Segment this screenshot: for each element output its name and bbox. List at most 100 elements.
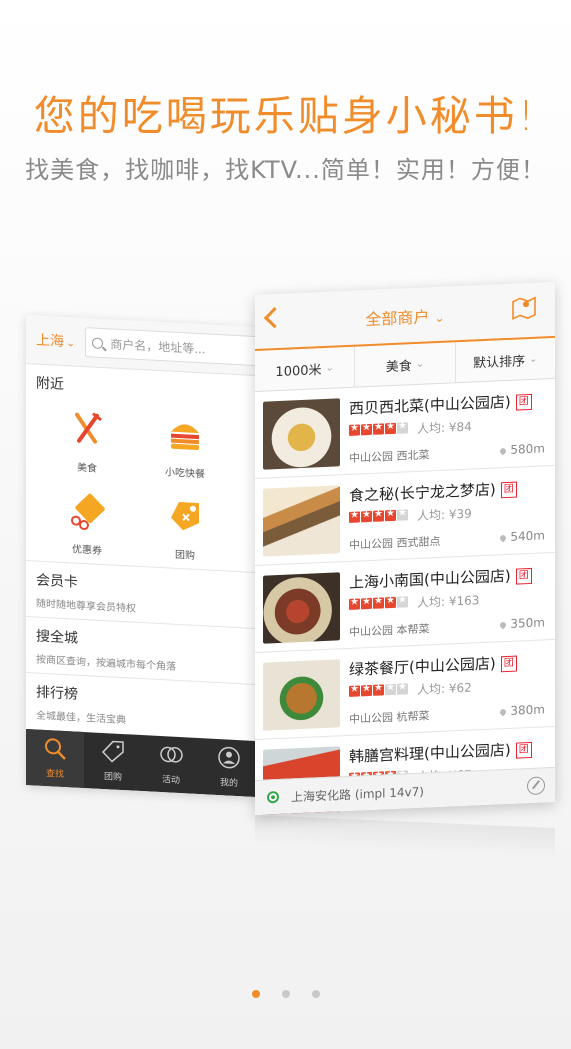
- star-icon: [373, 597, 384, 609]
- star-icon: [373, 510, 384, 522]
- star-icon: [397, 596, 408, 608]
- shop-list-item[interactable]: 上海小南国(中山公园店)团 人均: ¥163 中山公园 本帮菜 350m: [255, 552, 555, 653]
- map-icon[interactable]: [511, 295, 537, 320]
- average-price: 人均: ¥84: [417, 419, 472, 436]
- location-dot-icon: [267, 790, 279, 804]
- edit-icon[interactable]: [527, 776, 545, 796]
- search-icon: [92, 336, 104, 349]
- chevron-down-icon: ⌄: [529, 353, 538, 365]
- star-icon: [361, 684, 372, 697]
- rating-stars: [349, 596, 409, 610]
- page-dot[interactable]: [311, 990, 320, 998]
- tab-search[interactable]: 查找: [26, 729, 84, 789]
- filter-label: 1000米: [275, 362, 322, 380]
- filter-category[interactable]: 美食 ⌄: [355, 342, 456, 387]
- filter-label: 默认排序: [473, 353, 526, 371]
- category-snack[interactable]: 小吃快餐: [136, 402, 234, 489]
- tab-label: 活动: [161, 775, 180, 787]
- groupbuy-badge: 团: [515, 741, 532, 759]
- chevron-down-icon: ⌄: [325, 362, 334, 374]
- star-icon: [397, 509, 408, 521]
- user-icon: [218, 746, 240, 769]
- search-input[interactable]: 商户名，地址等...: [85, 327, 258, 367]
- tab-activity[interactable]: 活动: [142, 735, 200, 794]
- star-icon: [385, 509, 396, 522]
- shop-area: 中山公园 杭帮菜: [349, 709, 430, 726]
- tab-label: 查找: [45, 769, 64, 780]
- shop-photo: [263, 398, 340, 470]
- category-coupon[interactable]: 优惠券: [38, 479, 136, 566]
- category-label: 团购: [175, 549, 195, 562]
- activity-icon: [160, 746, 183, 763]
- groupbuy-badge: 团: [515, 567, 532, 585]
- location-pin-icon: [499, 707, 508, 717]
- shop-area: 中山公园 西北菜: [349, 448, 430, 465]
- title-label: 全部商户: [365, 307, 430, 330]
- category-groupbuy[interactable]: 团购: [136, 484, 234, 571]
- fork-knife-icon: [75, 412, 102, 444]
- category-label: 美食: [77, 462, 97, 475]
- rating-stars: [349, 509, 409, 523]
- star-icon: [361, 597, 372, 610]
- star-icon: [349, 685, 360, 697]
- shop-photo: [263, 485, 340, 557]
- average-price: 人均: ¥39: [417, 506, 472, 523]
- current-location: 上海安化路 (impl 14v7): [291, 784, 424, 804]
- tab-mine[interactable]: 我的: [200, 738, 258, 797]
- star-icon: [385, 596, 396, 609]
- page-indicator: [0, 990, 571, 998]
- star-icon: [373, 684, 384, 696]
- rating-stars: [349, 422, 409, 436]
- shop-area: 中山公园 本帮菜: [349, 622, 430, 639]
- category-label: 小吃快餐: [165, 467, 205, 481]
- star-icon: [349, 511, 360, 523]
- filter-sort[interactable]: 默认排序 ⌄: [456, 338, 555, 382]
- star-icon: [385, 422, 396, 435]
- shop-distance: 540m: [499, 528, 545, 544]
- shop-name: 上海小南国(中山公园店) 团: [349, 564, 532, 593]
- tab-groupbuy[interactable]: 团购: [84, 732, 142, 791]
- city-selector[interactable]: 上海 ⌄: [36, 330, 75, 352]
- shop-list-item[interactable]: 食之秘(长宁龙之梦店)团 人均: ¥39 中山公园 西式甜点 540m: [255, 465, 555, 566]
- tag-icon: [101, 740, 124, 763]
- shop-name: 食之秘(长宁龙之梦店) 团: [349, 478, 517, 506]
- shop-list-item[interactable]: 西贝西北菜(中山公园店)团 人均: ¥84 中山公园 西北菜 580m: [255, 378, 555, 479]
- star-icon: [361, 423, 372, 436]
- chevron-down-icon: ⌄: [66, 336, 76, 350]
- groupbuy-badge: 团: [515, 393, 532, 411]
- location-pin-icon: [499, 533, 508, 543]
- shop-name: 绿茶餐厅(中山公园店) 团: [349, 652, 517, 680]
- shop-name: 西贝西北菜(中山公园店) 团: [349, 390, 532, 419]
- tab-label: 我的: [219, 778, 238, 790]
- star-icon: [397, 422, 408, 434]
- chevron-down-icon: ⌄: [415, 358, 425, 370]
- filter-distance[interactable]: 1000米 ⌄: [255, 346, 356, 391]
- shop-name: 韩膳宫料理(中山公园店) 团: [349, 738, 532, 767]
- shop-distance: 350m: [499, 615, 545, 631]
- category-food[interactable]: 美食: [38, 397, 136, 484]
- bottom-tab-bar: 查找 团购 活动 我的: [26, 729, 258, 798]
- page-dot[interactable]: [251, 990, 260, 998]
- shop-photo: [263, 659, 340, 731]
- location-pin-icon: [499, 446, 508, 456]
- average-price: 人均: ¥62: [417, 680, 472, 697]
- shop-list-item[interactable]: 绿茶餐厅(中山公园店)团 人均: ¥62 中山公园 杭帮菜 380m: [255, 639, 555, 740]
- shop-distance: 380m: [499, 702, 545, 718]
- headline: 您的吃喝玩乐贴身小秘书!: [33, 92, 538, 140]
- coupon-scissors-icon: [71, 493, 105, 531]
- right-phone-screen: 全部商户 ⌄ 1000米⌄ 美食⌄ 默认排序⌄ 西贝西北菜(中山公园店)团 人均…: [255, 281, 555, 815]
- left-phone-screen: 上海 ⌄ 商户名，地址等... 附近 美食 小吃快餐 优惠券 团购 会员卡 随时…: [26, 315, 258, 798]
- star-icon: [373, 423, 384, 435]
- rating-stars: [349, 683, 409, 697]
- search-icon: [45, 738, 66, 760]
- page-dot[interactable]: [281, 990, 290, 998]
- page-title[interactable]: 全部商户 ⌄: [255, 298, 555, 335]
- star-icon: [385, 683, 396, 696]
- screen-reflection: [255, 815, 555, 859]
- average-price: 人均: ¥163: [417, 593, 480, 610]
- category-grid: 美食 小吃快餐 优惠券 团购: [26, 396, 258, 572]
- location-pin-icon: [499, 620, 508, 630]
- shop-area: 中山公园 西式甜点: [349, 534, 441, 552]
- star-icon: [349, 598, 360, 610]
- subline: 找美食，找咖啡，找KTV...简单！实用！方便！: [25, 156, 546, 184]
